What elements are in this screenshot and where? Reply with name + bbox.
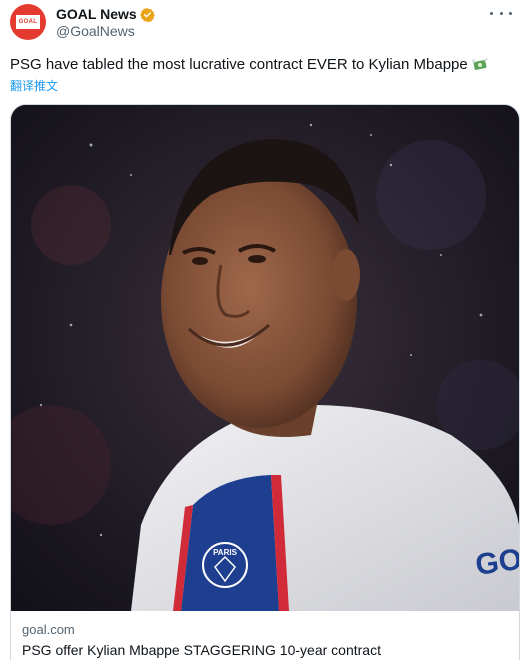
author-names: GOAL News @GoalNews bbox=[56, 6, 155, 40]
money-with-wings-icon bbox=[472, 57, 490, 71]
link-card[interactable]: PARIS GO goal.com PSG offer Kylian Mbapp… bbox=[10, 104, 520, 660]
translate-link[interactable]: 翻译推文 bbox=[10, 77, 58, 94]
tweet[interactable]: GOAL GOAL News @GoalNews PSG have tabled… bbox=[0, 0, 530, 660]
tweet-header: GOAL GOAL News @GoalNews bbox=[10, 2, 155, 42]
more-options-icon[interactable] bbox=[490, 6, 512, 20]
verified-badge-icon bbox=[139, 7, 155, 23]
display-name-row: GOAL News bbox=[56, 6, 155, 23]
card-image[interactable]: PARIS GO bbox=[11, 105, 519, 611]
card-title[interactable]: PSG offer Kylian Mbappe STAGGERING 10-ye… bbox=[22, 642, 381, 658]
display-name[interactable]: GOAL News bbox=[56, 6, 137, 23]
author-handle[interactable]: @GoalNews bbox=[56, 23, 155, 40]
goal-logo: GOAL bbox=[16, 15, 40, 29]
avatar[interactable]: GOAL bbox=[10, 4, 46, 40]
jersey-sleeve-text: GO bbox=[473, 543, 519, 582]
tweet-body: PSG have tabled the most lucrative contr… bbox=[10, 56, 468, 73]
card-source: goal.com bbox=[22, 622, 75, 637]
tweet-text: PSG have tabled the most lucrative contr… bbox=[10, 56, 490, 74]
jersey-badge-text: PARIS bbox=[213, 548, 238, 557]
